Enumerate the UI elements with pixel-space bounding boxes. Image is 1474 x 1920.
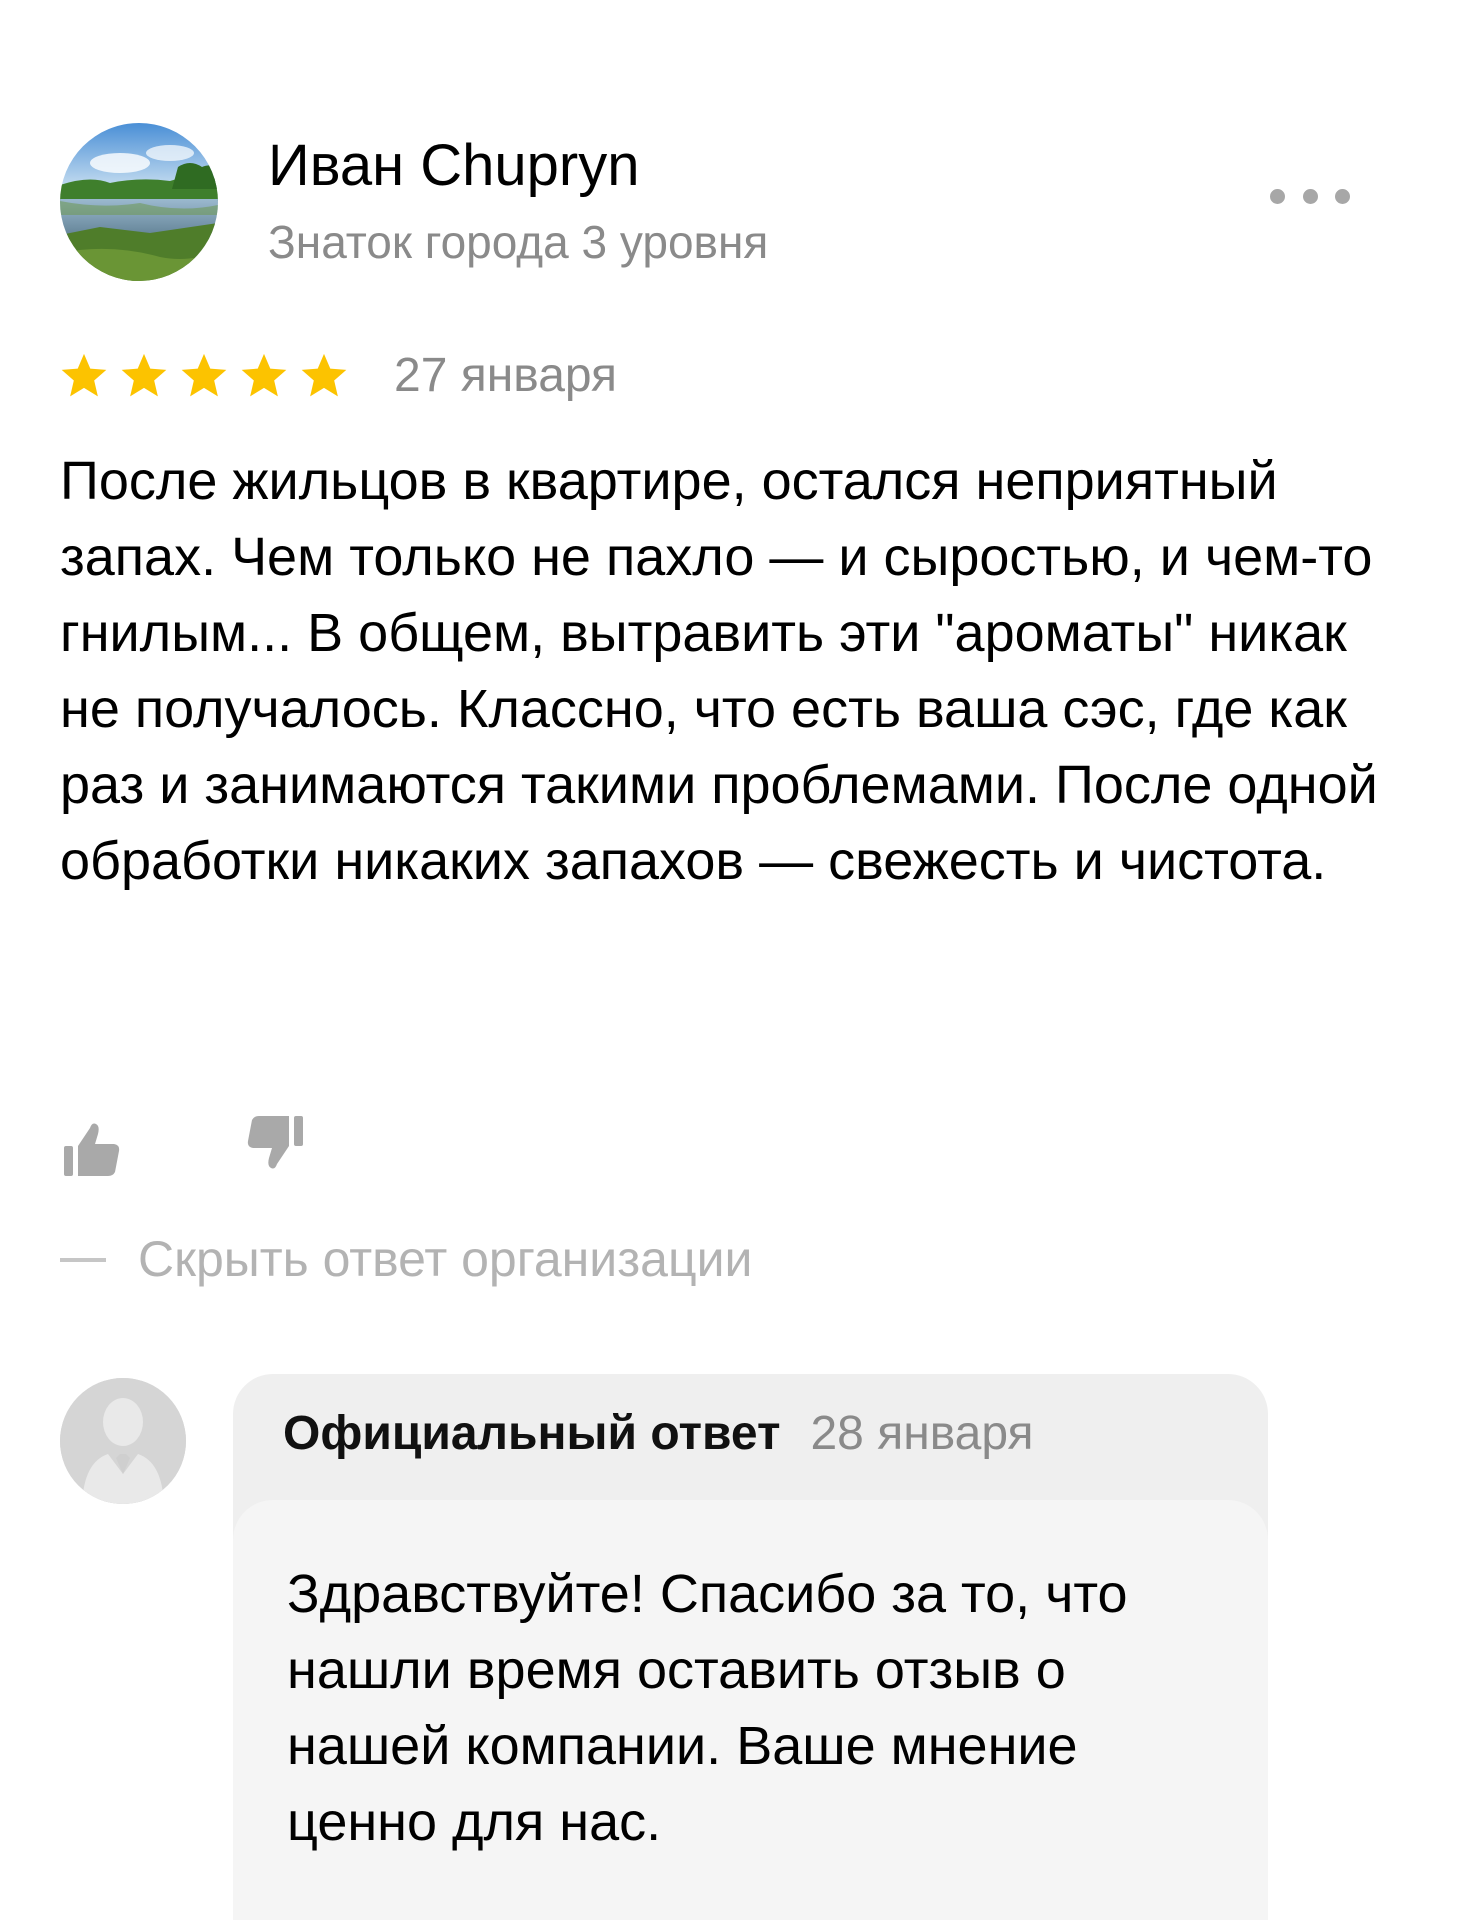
star-icon <box>121 353 167 397</box>
star-icon <box>301 353 347 397</box>
person-silhouette-icon <box>60 1378 186 1504</box>
hide-reply-label: Скрыть ответ организации <box>138 1231 753 1287</box>
hide-reply-link[interactable]: Скрыть ответ организации <box>60 1228 752 1290</box>
review-card: Иван Chupryn Знаток города 3 уровня 27 я… <box>0 0 1474 1920</box>
thumbs-up-icon <box>64 1123 120 1176</box>
star-icon <box>181 353 227 397</box>
reply-body: Здравствуйте! Спасибо за то, что нашли в… <box>233 1500 1268 1920</box>
author-level: Знаток города 3 уровня <box>268 216 769 268</box>
rating-row: 27 января <box>58 344 617 408</box>
more-dots-icon <box>1335 188 1350 204</box>
more-dots-icon <box>1302 188 1318 204</box>
thumbs-down-icon <box>247 1116 303 1169</box>
more-dots-icon <box>1270 188 1285 204</box>
reply-text: Здравствуйте! Спасибо за то, что нашли в… <box>287 1564 1128 1852</box>
reply-title: Официальный ответ <box>283 1407 781 1460</box>
user-avatar[interactable] <box>60 123 218 281</box>
reply-date: 28 января <box>810 1407 1034 1460</box>
dash-divider <box>60 1257 106 1262</box>
landscape-photo-avatar <box>60 123 218 281</box>
author-name[interactable]: Иван Chupryn <box>268 132 639 200</box>
like-button[interactable] <box>62 1118 124 1180</box>
dislike-button[interactable] <box>244 1112 306 1174</box>
more-options-button[interactable] <box>1270 176 1350 216</box>
official-reply-card: Официальный ответ 28 января Здравствуйте… <box>233 1374 1268 1920</box>
star-icon <box>61 353 107 397</box>
review-text: После жильцов в квартире, остался неприя… <box>60 451 1378 891</box>
star-icon <box>241 353 287 397</box>
review-date: 27 января <box>394 349 618 402</box>
rating-stars <box>58 350 350 402</box>
reply-header: Официальный ответ 28 января <box>283 1404 1034 1464</box>
organization-avatar <box>60 1378 186 1504</box>
